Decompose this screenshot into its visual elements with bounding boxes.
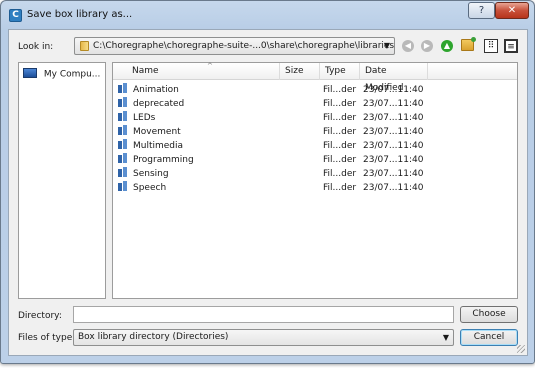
file-type: Fil...der <box>323 141 357 151</box>
files-of-type-select[interactable]: Box library directory (Directories) ▼ <box>73 329 454 346</box>
file-name: Speech <box>133 183 167 193</box>
help-button[interactable]: ? <box>468 2 495 19</box>
file-type: Fil...der <box>323 127 357 137</box>
list-view-icon[interactable]: ⠿ <box>484 39 498 53</box>
box-library-folder-icon <box>118 181 128 191</box>
computer-icon <box>23 68 37 78</box>
file-type: Fil...der <box>323 113 357 123</box>
app-icon: C <box>9 9 22 22</box>
files-of-type-label: Files of type: <box>18 333 76 343</box>
box-library-folder-icon <box>118 111 128 121</box>
box-library-folder-icon <box>118 125 128 135</box>
file-type: Fil...der <box>323 85 357 95</box>
cancel-button[interactable]: Cancel <box>460 329 518 346</box>
file-name: Multimedia <box>133 141 184 151</box>
folder-icon <box>80 41 89 51</box>
file-name: Movement <box>133 127 181 137</box>
file-date: 23/07...11:40 <box>363 127 424 137</box>
column-header-type[interactable]: Type <box>320 63 360 80</box>
file-name: deprecated <box>133 99 185 109</box>
sidebar-item-my-computer[interactable]: My Compu... <box>23 68 101 80</box>
file-name: Animation <box>133 85 179 95</box>
column-header-size[interactable]: Size <box>280 63 320 80</box>
file-row[interactable]: deprecated Fil...der 23/07...11:40 <box>113 97 517 111</box>
chevron-down-icon: ▼ <box>442 333 449 342</box>
file-list-header: Name ^ Size Type Date Modified <box>113 62 517 93</box>
chevron-down-icon: ▼ <box>383 41 390 50</box>
back-icon[interactable]: ◀ <box>402 40 414 52</box>
file-type: Fil...der <box>323 183 357 193</box>
window-title: Save box library as... <box>27 9 133 20</box>
file-row[interactable]: Sensing Fil...der 23/07...11:40 <box>113 167 517 181</box>
save-dialog-window: C Save box library as... ? ✕ Look in: C:… <box>0 0 535 364</box>
look-in-label: Look in: <box>18 42 54 52</box>
title-bar[interactable]: C Save box library as... ? ✕ <box>1 1 534 29</box>
close-button[interactable]: ✕ <box>495 2 529 19</box>
column-header-date-modified[interactable]: Date Modified <box>360 63 428 93</box>
file-date: 23/07...11:40 <box>363 183 424 193</box>
column-header-name[interactable]: Name ^ <box>127 62 280 80</box>
forward-icon[interactable]: ▶ <box>421 40 433 52</box>
file-type: Fil...der <box>323 99 357 109</box>
file-name: Sensing <box>133 169 169 179</box>
look-in-path: C:\Choregraphe\choregraphe-suite-...0\sh… <box>93 41 395 51</box>
dialog-body: Look in: C:\Choregraphe\choregraphe-suit… <box>8 29 528 356</box>
box-library-folder-icon <box>118 97 128 107</box>
file-row[interactable]: Multimedia Fil...der 23/07...11:40 <box>113 139 517 153</box>
file-date: 23/07...11:40 <box>363 85 424 95</box>
resize-grip-icon[interactable] <box>517 345 525 353</box>
file-name: Programming <box>133 155 194 165</box>
file-date: 23/07...11:40 <box>363 113 424 123</box>
box-library-folder-icon <box>118 83 128 93</box>
files-of-type-value: Box library directory (Directories) <box>78 332 229 342</box>
file-type: Fil...der <box>323 169 357 179</box>
new-folder-icon[interactable] <box>461 37 476 51</box>
directory-input[interactable] <box>73 306 454 323</box>
sort-ascending-icon: ^ <box>207 62 213 70</box>
places-sidebar: My Compu... <box>18 62 106 299</box>
file-date: 23/07...11:40 <box>363 169 424 179</box>
file-row[interactable]: Programming Fil...der 23/07...11:40 <box>113 153 517 167</box>
box-library-folder-icon <box>118 153 128 163</box>
file-row[interactable]: Speech Fil...der 23/07...11:40 <box>113 181 517 195</box>
file-date: 23/07...11:40 <box>363 99 424 109</box>
file-type: Fil...der <box>323 155 357 165</box>
box-library-folder-icon <box>118 167 128 177</box>
directory-label: Directory: <box>18 311 62 321</box>
file-name: LEDs <box>133 113 156 123</box>
file-row[interactable]: Animation Fil...der 23/07...11:40 <box>113 83 517 97</box>
file-row[interactable]: LEDs Fil...der 23/07...11:40 <box>113 111 517 125</box>
choose-button[interactable]: Choose <box>460 306 518 323</box>
file-row[interactable]: Movement Fil...der 23/07...11:40 <box>113 125 517 139</box>
detail-view-icon[interactable]: ≡ <box>504 39 518 53</box>
sidebar-item-label: My Compu... <box>43 69 101 80</box>
parent-directory-icon[interactable]: ▲ <box>441 40 453 52</box>
file-list[interactable]: Name ^ Size Type Date Modified Animation… <box>112 62 518 299</box>
look-in-combo[interactable]: C:\Choregraphe\choregraphe-suite-...0\sh… <box>74 37 395 55</box>
file-date: 23/07...11:40 <box>363 155 424 165</box>
file-date: 23/07...11:40 <box>363 141 424 151</box>
box-library-folder-icon <box>118 139 128 149</box>
